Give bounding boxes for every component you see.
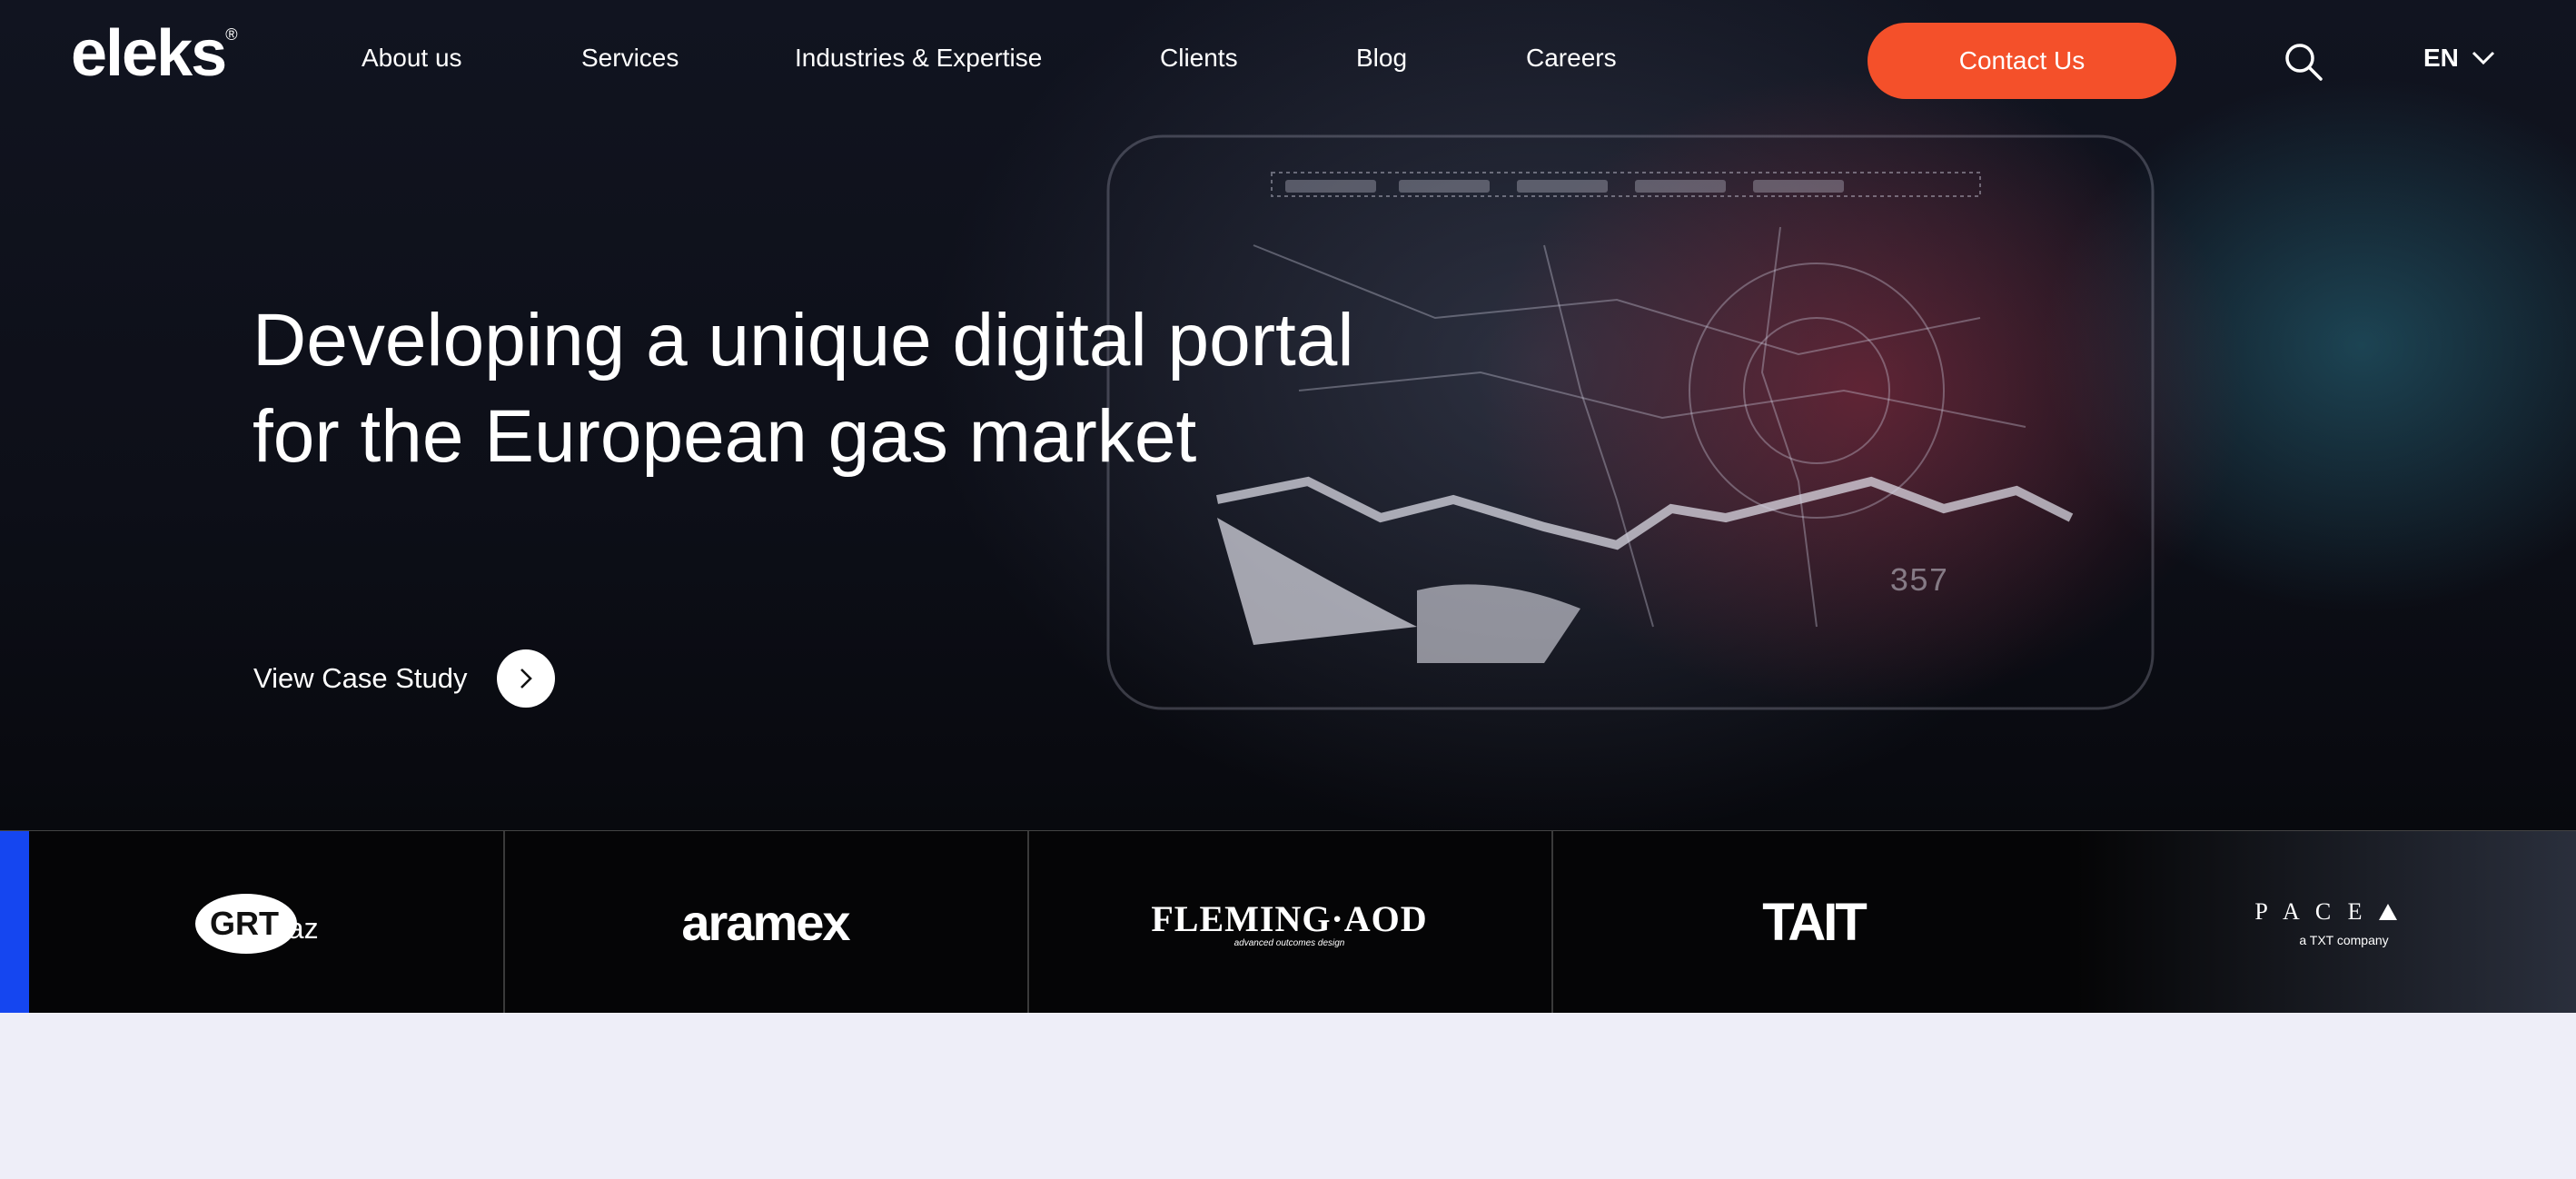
language-selector[interactable]: EN: [2423, 44, 2495, 73]
hero-headline-line1: Developing a unique digital portal: [253, 299, 1354, 381]
eleks-logo[interactable]: eleks®: [71, 16, 238, 91]
client-logo-fleming-aod[interactable]: FLEMING·AOD advanced outcomes design: [1027, 831, 1553, 1014]
cta-arrow-button[interactable]: [496, 649, 555, 708]
grtgaz-logo-mark: GRT gaz: [195, 893, 319, 954]
search-icon[interactable]: [2284, 42, 2323, 82]
nav-item-industries-expertise[interactable]: Industries & Expertise: [795, 44, 1042, 73]
client-logo-tait[interactable]: TAIT: [1551, 831, 2077, 1014]
nav-item-about-us[interactable]: About us: [362, 44, 462, 73]
fleming-aod-tagline: advanced outcomes design: [1234, 937, 1345, 948]
grtgaz-text-b: gaz: [272, 912, 319, 945]
grtgaz-text-a: GRT: [210, 905, 279, 942]
view-case-study-link[interactable]: View Case Study: [253, 649, 555, 708]
slider-indicator: [0, 831, 29, 1014]
client-logo-strip: GRT gaz aramex FLEMING·AOD advanced outc…: [0, 830, 2576, 1014]
tait-wordmark: TAIT: [1762, 893, 1868, 952]
client-logo-pace[interactable]: P A C E a TXT company: [2076, 831, 2576, 1014]
aramex-wordmark: aramex: [681, 894, 850, 951]
hero-section: 357 eleks® About us Services Industries …: [0, 0, 2576, 830]
pace-triangle-icon: [2378, 903, 2397, 920]
cta-label: View Case Study: [253, 662, 468, 694]
registered-mark: ®: [225, 25, 237, 44]
client-logo-grtgaz[interactable]: GRT gaz: [29, 831, 505, 1014]
pace-wordmark: P A C E: [2254, 897, 2368, 925]
top-navigation: eleks® About us Services Industries & Ex…: [0, 0, 2576, 120]
chevron-down-icon: [2472, 51, 2494, 65]
client-logo-aramex[interactable]: aramex: [503, 831, 1029, 1014]
chevron-right-icon: [520, 669, 532, 689]
nav-item-blog[interactable]: Blog: [1356, 44, 1407, 73]
language-label: EN: [2423, 44, 2459, 72]
logo-text: eleks: [71, 17, 227, 90]
pace-tagline: a TXT company: [2299, 932, 2389, 947]
nav-item-services[interactable]: Services: [581, 44, 679, 73]
nav-item-careers[interactable]: Careers: [1526, 44, 1617, 73]
fleming-aod-wordmark: FLEMING·AOD: [1151, 897, 1428, 939]
contact-us-button[interactable]: Contact Us: [1868, 23, 2176, 99]
hero-headline-line2: for the European gas market: [253, 395, 1197, 478]
hero-headline: Developing a unique digital portal for t…: [253, 292, 1524, 485]
next-section-background: [0, 1013, 2576, 1179]
map-overlay-number: 357: [1889, 563, 1948, 600]
nav-item-clients[interactable]: Clients: [1160, 44, 1238, 73]
